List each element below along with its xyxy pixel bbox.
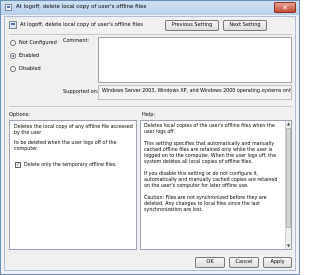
options-label: Options: [9,112,30,118]
radio-not-configured[interactable]: Not Configured [10,39,57,47]
options-description-line2: to be deleted when the user logs off of … [14,141,117,152]
help-paragraph: Deletes local copies of the user's offli… [144,124,275,135]
help-paragraph: This setting specifies that automaticall… [144,142,277,165]
help-label: Help: [142,112,156,118]
radio-button[interactable] [10,66,16,72]
policy-icon [5,4,12,11]
radio-disabled[interactable]: Disabled [10,65,41,73]
title-bar[interactable]: At logoff, delete local copy of user's o… [1,1,299,15]
radio-label: Not Configured [19,40,57,46]
help-scrollbar[interactable]: ▲ ▼ [285,121,291,249]
help-text: Deletes local copies of the user's offli… [144,124,284,220]
scroll-thumb[interactable] [286,128,291,228]
dialog-client-area: At logoff, delete local copy of user's o… [4,16,296,271]
setting-icon [9,21,17,29]
comment-field[interactable] [98,37,292,83]
section-divider [9,106,292,107]
delete-temp-files-option[interactable]: ✓ Delete only the temporary offline file… [15,162,117,168]
supported-on-label: Supported on: [63,89,99,95]
header-divider [9,34,292,35]
setting-title: At logoff, delete local copy of user's o… [20,22,143,28]
help-paragraph: If you disable this setting or do not co… [144,172,278,189]
ok-button[interactable]: OK [195,257,225,268]
close-button[interactable]: ✕ [274,2,296,13]
scroll-down-arrow-icon[interactable]: ▼ [286,243,291,249]
radio-button[interactable] [10,40,16,46]
options-description-line1: Deletes the local copy of any offline fi… [14,125,133,136]
window-title: At logoff, delete local copy of user's o… [16,4,147,10]
checkbox-label: Delete only the temporary offline files. [24,162,117,168]
comment-label: Comment: [63,38,90,44]
close-icon: ✕ [282,4,288,12]
help-paragraph: Caution: Files are not synchronized befo… [144,196,267,213]
cancel-button[interactable]: Cancel [229,257,259,268]
scroll-up-arrow-icon[interactable]: ▲ [286,121,291,127]
previous-setting-button[interactable]: Previous Setting [165,20,219,31]
next-setting-button[interactable]: Next Setting [223,20,267,31]
checkbox[interactable]: ✓ [15,162,21,168]
radio-button[interactable] [10,53,16,59]
apply-button[interactable]: Apply [263,257,292,268]
radio-label: Enabled [19,53,40,59]
help-panel: Deletes local copies of the user's offli… [140,120,292,250]
supported-on-field: Windows Server 2003, Windows XP, and Win… [98,85,292,100]
policy-dialog-window: At logoff, delete local copy of user's o… [0,0,300,275]
radio-label: Disabled [19,66,41,72]
radio-enabled[interactable]: Enabled [10,52,39,60]
options-panel: Deletes the local copy of any offline fi… [9,120,137,250]
